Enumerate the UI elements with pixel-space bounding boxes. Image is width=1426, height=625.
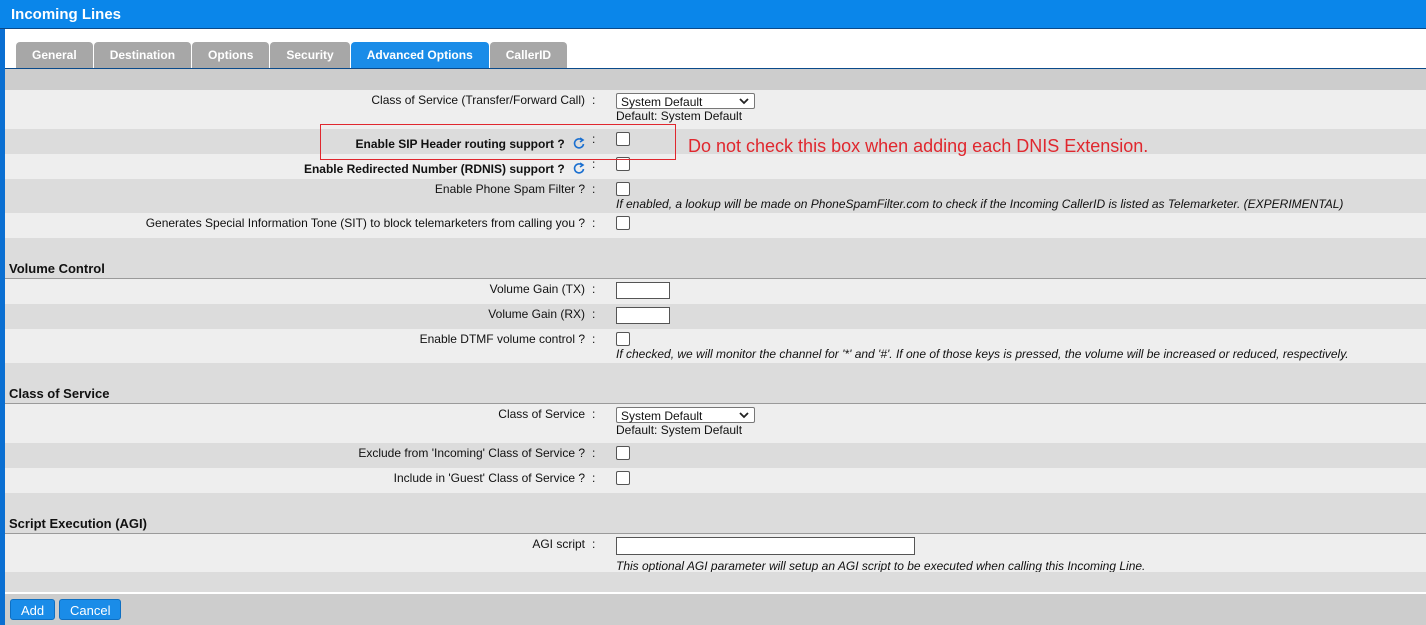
row-agi-script: AGI script : This optional AGI parameter… xyxy=(5,534,1426,573)
exclude-incoming-label: Exclude from 'Incoming' Class of Service… xyxy=(358,446,585,460)
help-refresh-icon[interactable] xyxy=(573,162,585,176)
cos-transfer-label: Class of Service (Transfer/Forward Call) xyxy=(371,93,585,107)
include-guest-label: Include in 'Guest' Class of Service ? xyxy=(393,471,585,485)
colon: : xyxy=(592,471,596,485)
gain-tx-value xyxy=(616,282,670,302)
row-spam-filter: Enable Phone Spam Filter ? : If enabled,… xyxy=(5,179,1426,213)
annotation-text: Do not check this box when adding each D… xyxy=(688,136,1149,156)
spacer-row xyxy=(5,363,1426,383)
colon: : xyxy=(592,537,596,551)
cancel-button[interactable]: Cancel xyxy=(59,599,122,620)
footer-bar: Add Cancel xyxy=(5,594,1426,625)
cos-selected: System Default xyxy=(621,409,703,423)
dtmf-label: Enable DTMF volume control ? xyxy=(419,332,585,346)
row-dtmf: Enable DTMF volume control ? : If checke… xyxy=(5,329,1426,363)
cos-transfer-value: System Default Default: System Default xyxy=(616,93,755,123)
annotation-highlight-box xyxy=(320,124,676,160)
gain-tx-input[interactable] xyxy=(616,282,670,299)
include-guest-value xyxy=(616,471,630,485)
row-include-guest: Include in 'Guest' Class of Service ? : xyxy=(5,468,1426,493)
colon: : xyxy=(592,93,596,107)
rdnis-label: Enable Redirected Number (RDNIS) support… xyxy=(303,162,565,176)
tab-destination[interactable]: Destination xyxy=(93,42,192,68)
dtmf-value: If checked, we will monitor the channel … xyxy=(616,332,1349,361)
exclude-incoming-checkbox[interactable] xyxy=(616,446,630,460)
agi-script-value: This optional AGI parameter will setup a… xyxy=(616,537,1145,573)
spacer-row xyxy=(5,493,1426,513)
tab-bar: General Destination Options Security Adv… xyxy=(16,42,568,68)
row-class-of-service: Class of Service : System Default Defaul… xyxy=(5,404,1426,443)
dtmf-checkbox[interactable] xyxy=(616,332,630,346)
gain-tx-label: Volume Gain (TX) xyxy=(489,282,585,296)
gain-rx-input[interactable] xyxy=(616,307,670,324)
tab-options[interactable]: Options xyxy=(192,42,270,68)
row-gain-tx: Volume Gain (TX) : xyxy=(5,279,1426,304)
sit-value xyxy=(616,216,630,230)
cos-transfer-selected: System Default xyxy=(621,95,703,109)
spacer-row xyxy=(5,572,1426,592)
cos-transfer-select[interactable]: System Default xyxy=(616,93,755,109)
agi-script-label: AGI script xyxy=(532,537,585,551)
gain-rx-value xyxy=(616,307,670,327)
spam-checkbox[interactable] xyxy=(616,182,630,196)
colon: : xyxy=(592,307,596,321)
tab-advanced-options[interactable]: Advanced Options xyxy=(350,42,489,68)
spam-note: If enabled, a lookup will be made on Pho… xyxy=(616,197,1344,211)
row-cos-transfer: Class of Service (Transfer/Forward Call)… xyxy=(5,90,1426,129)
spam-label: Enable Phone Spam Filter ? xyxy=(434,182,585,196)
include-guest-checkbox[interactable] xyxy=(616,471,630,485)
section-top-band xyxy=(5,69,1426,90)
tab-callerid[interactable]: CallerID xyxy=(489,42,568,68)
cos-transfer-default: Default: System Default xyxy=(616,109,743,123)
colon: : xyxy=(592,332,596,346)
spacer-row xyxy=(5,238,1426,258)
row-exclude-incoming: Exclude from 'Incoming' Class of Service… xyxy=(5,443,1426,468)
row-rdnis: Enable Redirected Number (RDNIS) support… xyxy=(5,154,1426,179)
window-title: Incoming Lines xyxy=(0,0,1426,29)
colon: : xyxy=(592,407,596,421)
colon: : xyxy=(592,446,596,460)
tab-security[interactable]: Security xyxy=(270,42,350,68)
agi-script-input[interactable] xyxy=(616,537,915,555)
cos-value: System Default Default: System Default xyxy=(616,407,755,437)
agi-script-note: This optional AGI parameter will setup a… xyxy=(616,559,1146,573)
sit-checkbox[interactable] xyxy=(616,216,630,230)
section-volume-control: Volume Control xyxy=(5,258,1426,279)
row-sit: Generates Special Information Tone (SIT)… xyxy=(5,213,1426,238)
section-agi: Script Execution (AGI) xyxy=(5,513,1426,534)
dtmf-note: If checked, we will monitor the channel … xyxy=(616,347,1349,361)
tab-general[interactable]: General xyxy=(16,42,93,68)
cos-default: Default: System Default xyxy=(616,423,743,437)
colon: : xyxy=(592,182,596,196)
exclude-incoming-value xyxy=(616,446,630,460)
spam-value: If enabled, a lookup will be made on Pho… xyxy=(616,182,1343,211)
row-gain-rx: Volume Gain (RX) : xyxy=(5,304,1426,329)
rdnis-label-wrap: Enable Redirected Number (RDNIS) support… xyxy=(304,162,585,176)
chevron-down-icon xyxy=(739,98,749,105)
colon: : xyxy=(592,282,596,296)
cos-select[interactable]: System Default xyxy=(616,407,755,423)
cos-label: Class of Service xyxy=(498,407,585,421)
add-button[interactable]: Add xyxy=(10,599,56,620)
sit-label: Generates Special Information Tone (SIT)… xyxy=(145,216,585,230)
gain-rx-label: Volume Gain (RX) xyxy=(488,307,585,321)
colon: : xyxy=(592,216,596,230)
section-class-of-service: Class of Service xyxy=(5,383,1426,404)
chevron-down-icon xyxy=(739,412,749,419)
